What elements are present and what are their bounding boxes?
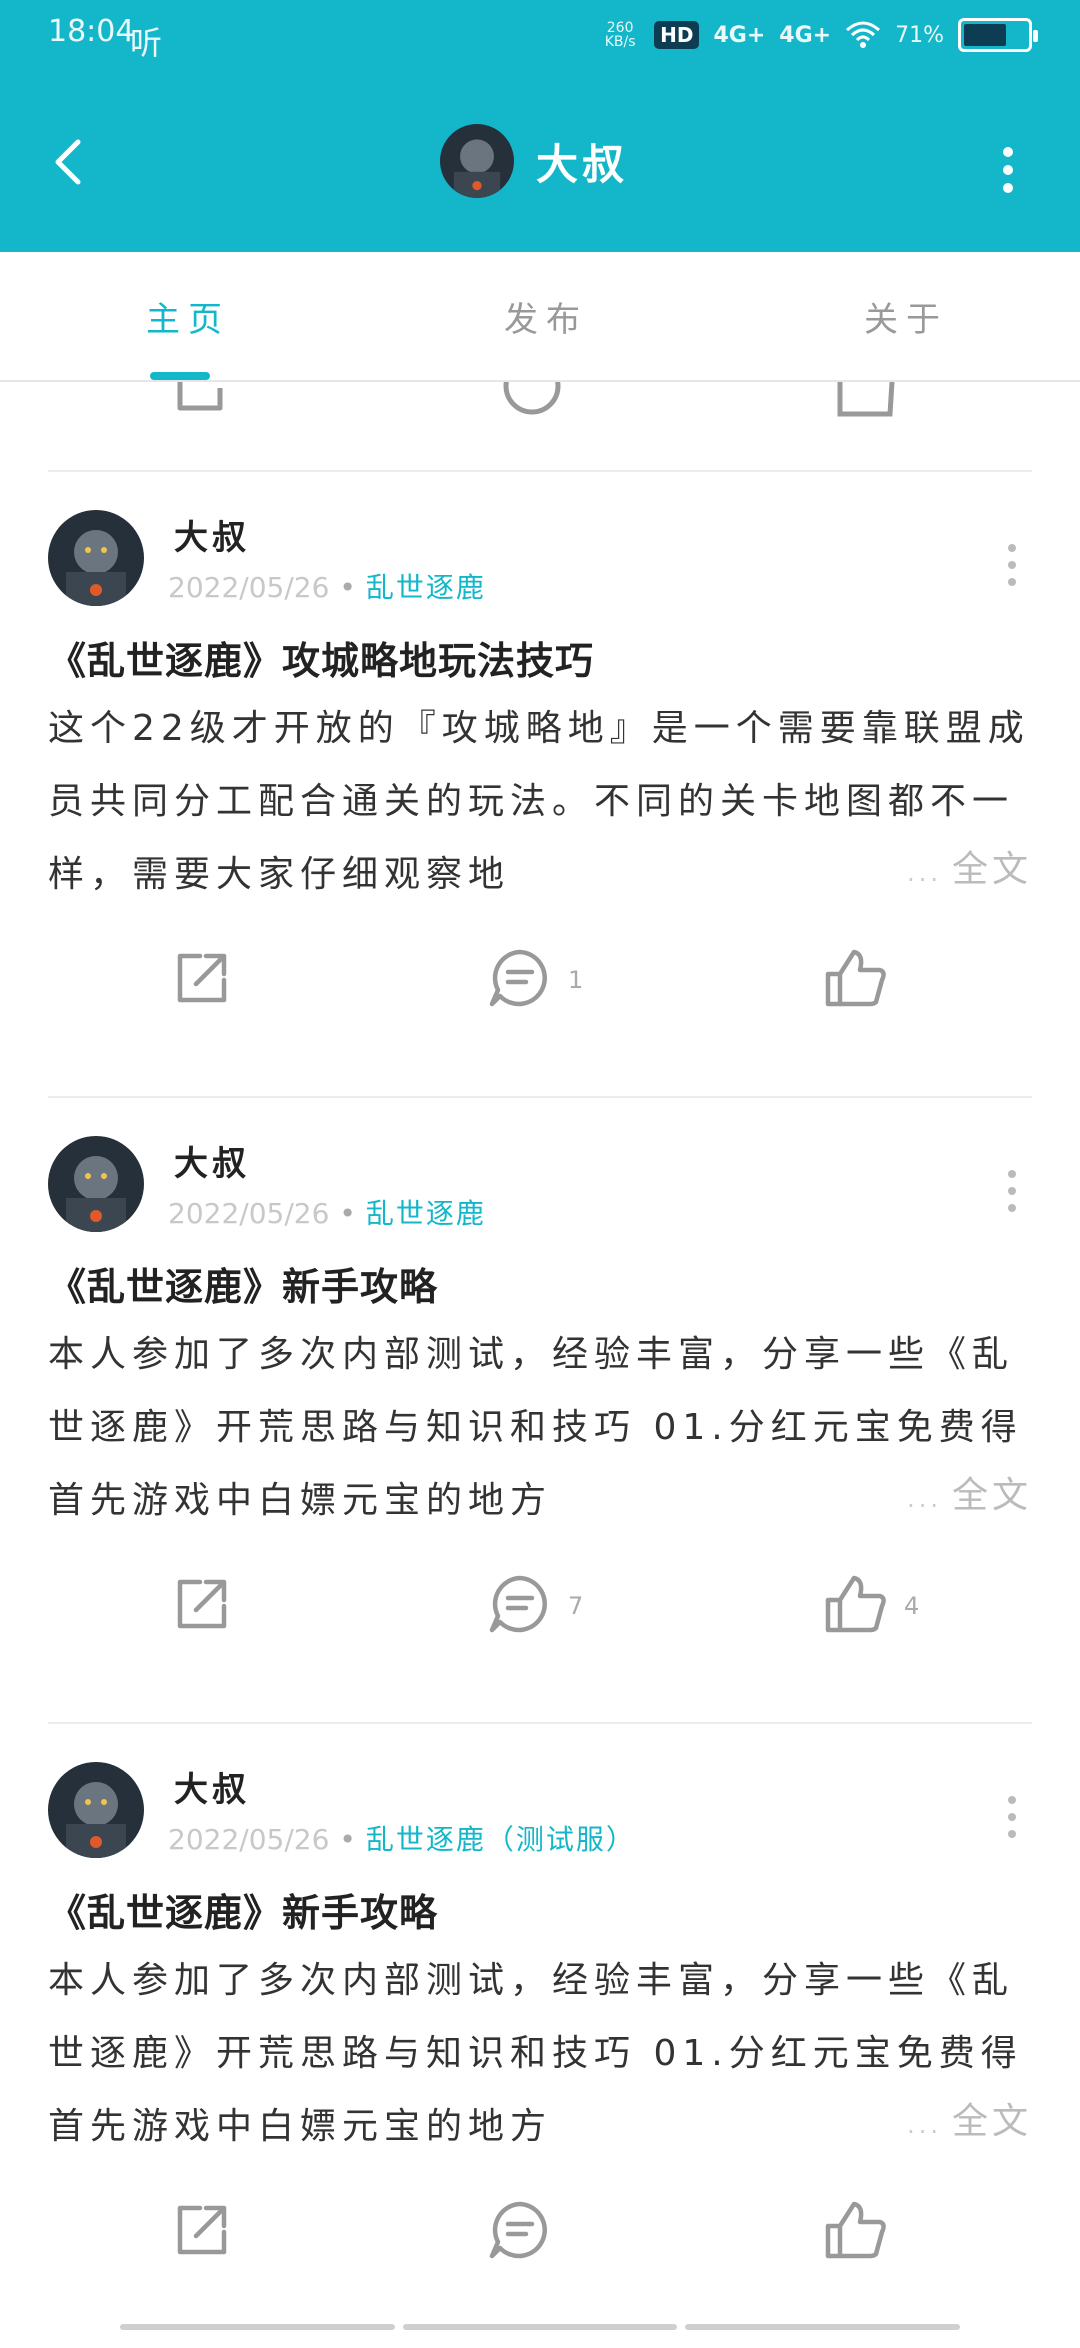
comment-icon: [488, 1574, 552, 1638]
post-card[interactable]: 大叔 2022/05/26 • 乱世逐鹿 《乱世逐鹿》新手攻略 本人参加了多次内部测…: [48, 1096, 1032, 1722]
more-vertical-icon[interactable]: [1002, 1166, 1022, 1216]
share-icon: [172, 1574, 232, 1638]
share-button[interactable]: [172, 1566, 232, 1646]
status-bar: 18:04 听 260 KB/s HD 4G+ 4G+ 71%: [0, 0, 1080, 80]
post-author[interactable]: 大叔: [174, 510, 250, 559]
tab-bar: 主页 发布 关于: [0, 252, 1080, 382]
comment-button[interactable]: [488, 2192, 568, 2272]
comment-count: 7: [568, 1592, 584, 1620]
scroll-indicator: [120, 2324, 961, 2330]
post-title[interactable]: 《乱世逐鹿》新手攻略: [48, 1882, 438, 1937]
post-meta: 2022/05/26 • 乱世逐鹿（测试服）: [168, 1818, 636, 1858]
like-count: 4: [904, 1592, 920, 1620]
post-actions: 1: [48, 940, 1032, 1020]
like-button[interactable]: 4: [824, 1566, 919, 1646]
battery-icon: [958, 18, 1038, 52]
share-icon: [172, 948, 232, 1012]
signal-4g-1: 4G+: [713, 22, 766, 48]
hd-icon: HD: [654, 21, 700, 49]
post-date: 2022/05/26: [168, 571, 330, 604]
signal-4g-2: 4G+: [779, 22, 832, 48]
avatar[interactable]: [48, 1136, 144, 1232]
meta-separator: •: [339, 1823, 356, 1856]
share-icon: [172, 2200, 232, 2264]
profile-header: 大叔: [440, 124, 628, 198]
like-icon: [824, 948, 888, 1012]
more-vertical-icon[interactable]: [1002, 540, 1022, 590]
previous-post-actions: [0, 382, 1080, 418]
battery-level: [964, 24, 1007, 46]
post-body[interactable]: 本人参加了多次内部测试，经验丰富，分享一些《乱世逐鹿》开荒思路与知识和技巧 01…: [48, 1944, 1032, 2163]
post-game-tag[interactable]: 乱世逐鹿: [366, 1197, 486, 1230]
meta-separator: •: [339, 1197, 356, 1230]
post-date: 2022/05/26: [168, 1823, 330, 1856]
post-card[interactable]: 大叔 2022/05/26 • 乱世逐鹿 《乱世逐鹿》攻城略地玩法技巧 这个22级才…: [48, 470, 1032, 1096]
comment-icon: [488, 2200, 552, 2264]
tab-indicator: [150, 372, 210, 380]
post-title[interactable]: 《乱世逐鹿》攻城略地玩法技巧: [48, 630, 594, 685]
ellipsis: ...: [907, 1485, 942, 1513]
more-vertical-icon[interactable]: [996, 140, 1020, 200]
meta-separator: •: [339, 571, 356, 604]
read-more-link[interactable]: ... 全文: [895, 1466, 1032, 1518]
page-title: 大叔: [536, 139, 629, 189]
post-card[interactable]: 大叔 2022/05/26 • 乱世逐鹿（测试服） 《乱世逐鹿》新手攻略 本人参加了…: [48, 1722, 1032, 2348]
tab-about[interactable]: 关于: [864, 292, 948, 341]
post-game-tag[interactable]: 乱世逐鹿（测试服）: [366, 1823, 636, 1856]
ellipsis: ...: [907, 859, 942, 887]
wifi-icon: [846, 21, 881, 48]
avatar[interactable]: [48, 510, 144, 606]
post-game-tag[interactable]: 乱世逐鹿: [366, 571, 486, 604]
post-author[interactable]: 大叔: [174, 1762, 250, 1811]
like-icon[interactable]: [834, 382, 898, 418]
chevron-left-icon[interactable]: [40, 132, 100, 192]
post-title[interactable]: 《乱世逐鹿》新手攻略: [48, 1256, 438, 1311]
avatar[interactable]: [440, 124, 514, 198]
app-bar: 大叔: [0, 80, 1080, 252]
ellipsis: ...: [907, 2111, 942, 2139]
like-icon: [824, 2200, 888, 2264]
fulltext-label: 全文: [951, 1475, 1032, 1516]
like-button[interactable]: [824, 940, 904, 1020]
comment-count: 1: [568, 966, 584, 994]
status-time: 18:04: [48, 14, 135, 49]
post-meta: 2022/05/26 • 乱世逐鹿: [168, 1192, 486, 1232]
post-author[interactable]: 大叔: [174, 1136, 250, 1185]
tab-publish[interactable]: 发布: [504, 292, 588, 341]
comment-button[interactable]: 7: [488, 1566, 583, 1646]
like-icon: [824, 1574, 888, 1638]
read-more-link[interactable]: ... 全文: [895, 2092, 1032, 2144]
fulltext-label: 全文: [951, 2101, 1032, 2142]
battery-percent: 71%: [895, 22, 944, 48]
network-speed: 260 KB/s: [604, 20, 636, 50]
status-icons: 260 KB/s HD 4G+ 4G+ 71%: [600, 18, 1038, 52]
like-button[interactable]: [824, 2192, 904, 2272]
avatar[interactable]: [48, 1762, 144, 1858]
share-button[interactable]: [172, 940, 232, 1020]
comment-button[interactable]: 1: [488, 940, 583, 1020]
fulltext-label: 全文: [951, 849, 1032, 890]
post-actions: [48, 2192, 1032, 2272]
post-body[interactable]: 这个22级才开放的『攻城略地』是一个需要靠联盟成员共同分工配合通关的玩法。不同的…: [48, 692, 1032, 911]
comment-icon: [488, 948, 552, 1012]
post-body[interactable]: 本人参加了多次内部测试，经验丰富，分享一些《乱世逐鹿》开荒思路与知识和技巧 01…: [48, 1318, 1032, 1537]
comment-icon[interactable]: [500, 382, 564, 418]
tab-home[interactable]: 主页: [146, 292, 230, 341]
post-date: 2022/05/26: [168, 1197, 330, 1230]
post-actions: 7 4: [48, 1566, 1032, 1646]
share-icon[interactable]: [170, 382, 230, 418]
post-meta: 2022/05/26 • 乱世逐鹿: [168, 566, 486, 606]
share-button[interactable]: [172, 2192, 232, 2272]
read-more-link[interactable]: ... 全文: [895, 840, 1032, 892]
status-app-icon: 听: [130, 24, 163, 62]
more-vertical-icon[interactable]: [1002, 1792, 1022, 1842]
